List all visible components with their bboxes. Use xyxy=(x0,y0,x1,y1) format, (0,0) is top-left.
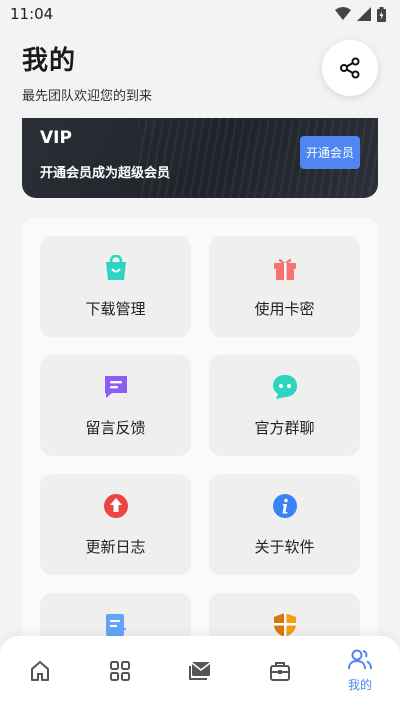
battery-icon xyxy=(377,6,386,22)
tile-official-group[interactable]: 官方群聊 xyxy=(209,355,360,456)
nav-toolbox[interactable] xyxy=(250,660,310,682)
wifi-icon xyxy=(335,7,351,20)
share-icon xyxy=(340,57,360,79)
status-time: 11:04 xyxy=(10,5,54,23)
status-icons xyxy=(335,6,386,22)
vip-description: 开通会员成为超级会员 xyxy=(40,166,171,181)
shield-icon xyxy=(271,611,299,639)
users-icon xyxy=(348,649,372,670)
bottom-navigation: 我的 xyxy=(0,636,400,711)
tile-label: 关于软件 xyxy=(254,538,315,556)
feature-grid: 下载管理 使用卡密 留言反馈 官方群聊 更新日志 关于软件 xyxy=(40,236,360,658)
tile-label: 更新日志 xyxy=(85,538,146,556)
tile-changelog[interactable]: 更新日志 xyxy=(40,474,191,575)
shopping-bag-icon xyxy=(102,254,130,282)
status-bar: 11:04 xyxy=(0,0,400,28)
tile-about[interactable]: 关于软件 xyxy=(209,474,360,575)
info-icon xyxy=(271,492,299,520)
vip-title: VIP xyxy=(40,128,72,148)
nav-profile-label: 我的 xyxy=(347,678,372,692)
tile-label: 官方群聊 xyxy=(254,419,315,437)
tile-label: 下载管理 xyxy=(85,300,146,318)
tile-label: 使用卡密 xyxy=(254,300,315,318)
tile-label: 留言反馈 xyxy=(85,419,146,437)
gift-icon xyxy=(271,254,299,282)
share-button[interactable] xyxy=(322,40,378,96)
open-vip-button[interactable]: 开通会员 xyxy=(299,136,360,169)
toolbox-icon xyxy=(270,662,290,681)
message-icon xyxy=(102,373,130,401)
signal-icon xyxy=(357,7,371,21)
nav-home[interactable] xyxy=(10,660,70,682)
mail-stack-icon xyxy=(189,662,211,680)
nav-messages[interactable] xyxy=(170,660,230,682)
tile-feedback[interactable]: 留言反馈 xyxy=(40,355,191,456)
document-icon xyxy=(102,611,130,639)
tile-download-manager[interactable]: 下载管理 xyxy=(40,236,191,337)
nav-profile[interactable]: 我的 xyxy=(330,648,390,693)
grid-icon xyxy=(110,661,130,681)
upgrade-icon xyxy=(102,492,130,520)
page-header: 我的 最先团队欢迎您的到来 xyxy=(0,28,400,118)
vip-card: VIP 开通会员成为超级会员 开通会员 xyxy=(22,118,378,198)
feature-panel: 下载管理 使用卡密 留言反馈 官方群聊 更新日志 关于软件 xyxy=(22,218,378,658)
nav-apps[interactable] xyxy=(90,660,150,682)
chat-bubble-icon xyxy=(271,373,299,401)
tile-use-card-key[interactable]: 使用卡密 xyxy=(209,236,360,337)
home-icon xyxy=(31,661,49,681)
